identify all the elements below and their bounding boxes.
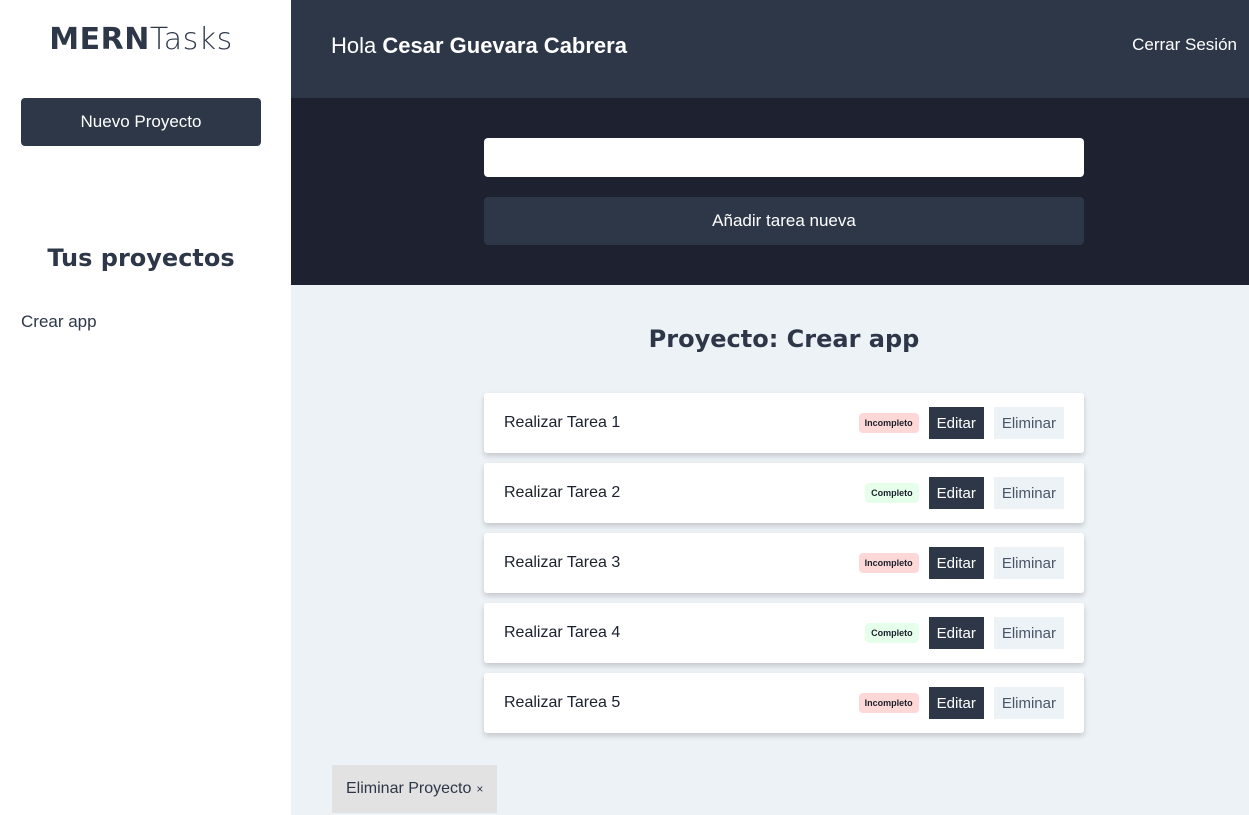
table-row: Realizar Tarea 3 Incompleto Editar Elimi… [484,533,1084,593]
close-icon: × [476,782,484,796]
task-name: Realizar Tarea 3 [504,554,621,571]
projects-heading: Tus proyectos [47,244,235,272]
task-actions: Incompleto Editar Eliminar [858,687,1064,719]
task-actions: Incompleto Editar Eliminar [858,407,1064,439]
list-item: Crear app [21,312,97,332]
task-name: Realizar Tarea 1 [504,414,621,431]
user-greeting: Hola Cesar Guevara Cabrera [331,33,627,59]
project-title: Proyecto: Crear app [648,325,920,353]
status-badge[interactable]: Incompleto [858,693,919,713]
delete-button[interactable]: Eliminar [993,547,1064,579]
table-row: Realizar Tarea 1 Incompleto Editar Elimi… [484,393,1084,453]
user-name: Cesar Guevara Cabrera [382,33,627,58]
task-name: Realizar Tarea 5 [504,694,621,711]
edit-button[interactable]: Editar [928,547,984,579]
main-content: Proyecto: Crear app Realizar Tarea 1 Inc… [291,285,1249,815]
delete-button[interactable]: Eliminar [993,687,1064,719]
delete-project-label: Eliminar Proyecto [346,780,472,797]
task-name-input[interactable] [484,138,1084,177]
top-bar: Hola Cesar Guevara Cabrera Cerrar Sesión [291,0,1249,98]
task-form: Añadir tarea nueva [291,98,1249,285]
add-task-button[interactable]: Añadir tarea nueva [484,197,1084,245]
status-badge[interactable]: Incompleto [858,413,919,433]
task-list: Realizar Tarea 1 Incompleto Editar Elimi… [484,393,1084,743]
delete-button[interactable]: Eliminar [993,407,1064,439]
table-row: Realizar Tarea 2 Completo Editar Elimina… [484,463,1084,523]
task-actions: Completo Editar Eliminar [865,477,1064,509]
edit-button[interactable]: Editar [928,617,984,649]
task-name: Realizar Tarea 4 [504,624,621,641]
task-name: Realizar Tarea 2 [504,484,621,501]
project-link-crear-app[interactable]: Crear app [21,312,97,331]
table-row: Realizar Tarea 5 Incompleto Editar Elimi… [484,673,1084,733]
table-row: Realizar Tarea 4 Completo Editar Elimina… [484,603,1084,663]
status-badge[interactable]: Completo [865,483,919,503]
task-actions: Completo Editar Eliminar [865,617,1064,649]
greeting-text: Hola [331,33,377,58]
logout-button[interactable]: Cerrar Sesión [1132,35,1237,55]
delete-project-button[interactable]: Eliminar Proyecto × [332,765,498,813]
logo-light-text: Tasks [149,22,233,57]
status-badge[interactable]: Completo [865,623,919,643]
edit-button[interactable]: Editar [928,687,984,719]
new-project-button[interactable]: Nuevo Proyecto [21,98,261,146]
project-list: Crear app [21,312,97,332]
delete-button[interactable]: Eliminar [993,617,1064,649]
status-badge[interactable]: Incompleto [858,553,919,573]
task-actions: Incompleto Editar Eliminar [858,547,1064,579]
edit-button[interactable]: Editar [928,407,984,439]
app-logo: MERNTasks [0,22,282,57]
logo-bold-text: MERN [49,22,150,57]
delete-button[interactable]: Eliminar [993,477,1064,509]
sidebar: MERNTasks Nuevo Proyecto Tus proyectos C… [0,0,291,815]
edit-button[interactable]: Editar [928,477,984,509]
